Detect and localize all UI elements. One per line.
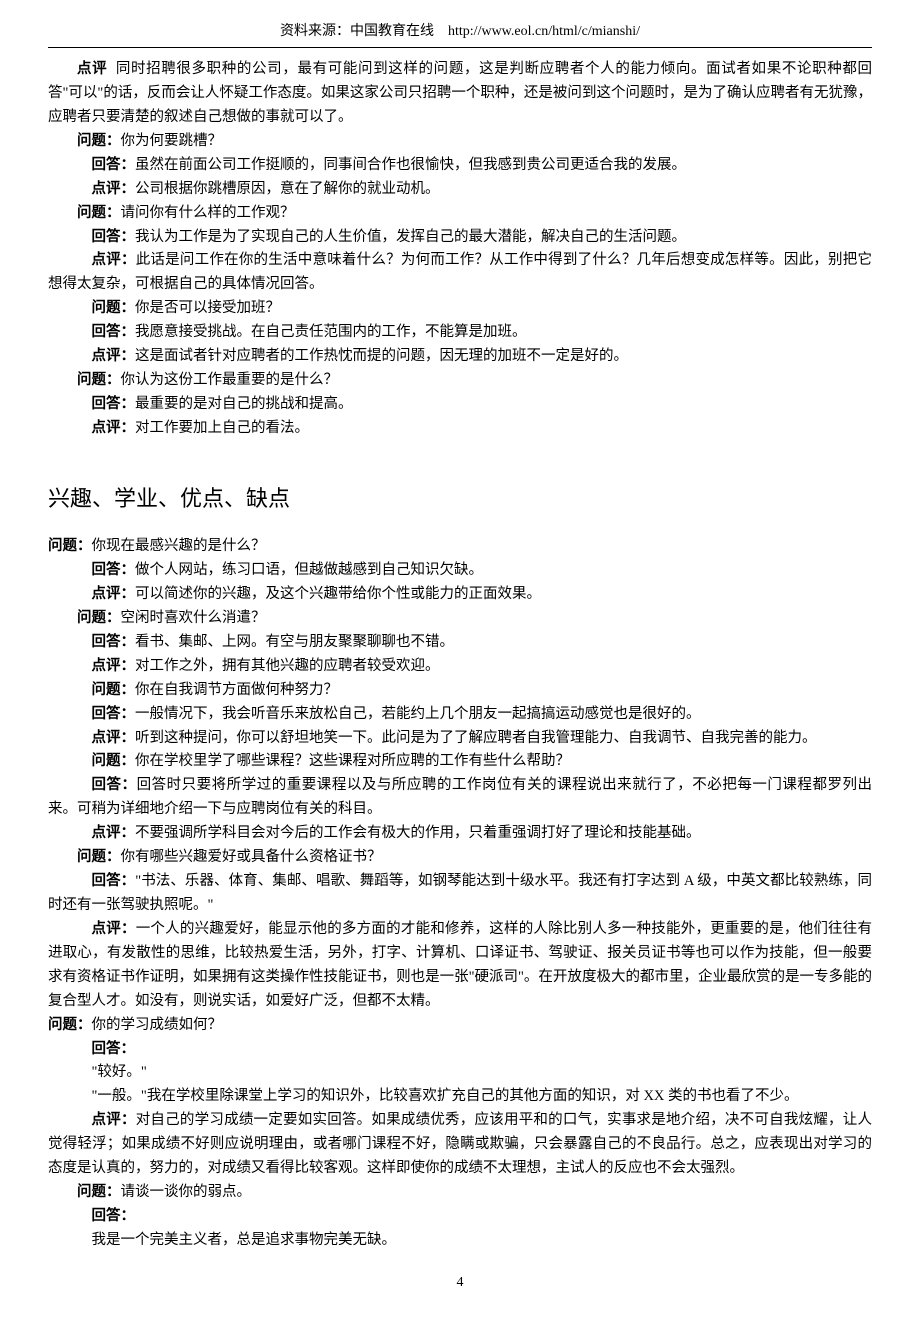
qa-comment: 点评：对工作要加上自己的看法。 <box>48 417 872 441</box>
qa-answer: 回答："书法、乐器、体育、集邮、唱歌、舞蹈等，如钢琴能达到十级水平。我还有打字达… <box>48 870 872 918</box>
qa-answer-line: "较好。" <box>48 1061 872 1085</box>
qa-answer-label: 回答： <box>48 1205 872 1229</box>
qa-answer-label: 回答： <box>48 1038 872 1062</box>
qa-answer: 回答：我认为工作是为了实现自己的人生价值，发挥自己的最大潜能，解决自己的生活问题… <box>48 226 872 250</box>
qa-answer: 我是一个完美主义者，总是追求事物完美无缺。 <box>48 1229 872 1253</box>
top-comment: 点评 同时招聘很多职种的公司，最有可能问到这样的问题，这是判断应聘者个人的能力倾… <box>48 58 872 130</box>
top-comment-text: 同时招聘很多职种的公司，最有可能问到这样的问题，这是判断应聘者个人的能力倾向。面… <box>48 61 872 125</box>
qa-answer: 回答：做个人网站，练习口语，但越做越感到自己知识欠缺。 <box>48 559 872 583</box>
qa-answer: 回答：我愿意接受挑战。在自己责任范围内的工作，不能算是加班。 <box>48 321 872 345</box>
qa-question: 问题：请问你有什么样的工作观？ <box>48 202 872 226</box>
qa-question: 问题：你是否可以接受加班？ <box>48 297 872 321</box>
section-title: 兴趣、学业、优点、缺点 <box>48 481 872 517</box>
label-comment: 点评 <box>77 61 107 77</box>
header-url: http://www.eol.cn/html/c/mianshi/ <box>448 24 640 39</box>
qa-question: 问题：你为何要跳槽？ <box>48 130 872 154</box>
qa-comment: 点评：此话是问工作在你的生活中意味着什么？为何而工作？从工作中得到了什么？几年后… <box>48 249 872 297</box>
qa-question: 问题：你认为这份工作最重要的是什么？ <box>48 369 872 393</box>
qa-answer: 回答：看书、集邮、上网。有空与朋友聚聚聊聊也不错。 <box>48 631 872 655</box>
qa-comment: 点评：一个人的兴趣爱好，能显示他的多方面的才能和修养，这样的人除比别人多一种技能… <box>48 918 872 1014</box>
qa-question: 问题：你有哪些兴趣爱好或具备什么资格证书？ <box>48 846 872 870</box>
page-number: 4 <box>48 1271 872 1294</box>
qa-question: 问题：你的学习成绩如何？ <box>48 1014 872 1038</box>
qa-comment: 点评：听到这种提问，你可以舒坦地笑一下。此问是为了了解应聘者自我管理能力、自我调… <box>48 727 872 751</box>
qa-answer: 回答：一般情况下，我会听音乐来放松自己，若能约上几个朋友一起搞搞运动感觉也是很好… <box>48 703 872 727</box>
header-divider <box>48 47 872 48</box>
qa-answer: 回答：虽然在前面公司工作挺顺的，同事间合作也很愉快，但我感到贵公司更适合我的发展… <box>48 154 872 178</box>
qa-question: 问题：空闲时喜欢什么消遣？ <box>48 607 872 631</box>
header-source: 资料来源：中国教育在线 http://www.eol.cn/html/c/mia… <box>48 20 872 43</box>
qa-question: 问题：请谈一谈你的弱点。 <box>48 1181 872 1205</box>
qa-answer: 回答：回答时只要将所学过的重要课程以及与所应聘的工作岗位有关的课程说出来就行了，… <box>48 774 872 822</box>
qa-question: 问题：你在学校里学了哪些课程？这些课程对所应聘的工作有些什么帮助？ <box>48 750 872 774</box>
qa-question: 问题：你在自我调节方面做何种努力？ <box>48 679 872 703</box>
qa-comment: 点评：对自己的学习成绩一定要如实回答。如果成绩优秀，应该用平和的口气，实事求是地… <box>48 1109 872 1181</box>
document-page: 资料来源：中国教育在线 http://www.eol.cn/html/c/mia… <box>0 0 920 1324</box>
qa-answer-line: "一般。"我在学校里除课堂上学习的知识外，比较喜欢扩充自己的其他方面的知识，对 … <box>48 1085 872 1109</box>
qa-comment: 点评：这是面试者针对应聘者的工作热忱而提的问题，因无理的加班不一定是好的。 <box>48 345 872 369</box>
qa-answer: 回答：最重要的是对自己的挑战和提高。 <box>48 393 872 417</box>
header-source-label: 资料来源：中国教育在线 <box>280 24 434 39</box>
qa-comment: 点评：不要强调所学科目会对今后的工作会有极大的作用，只着重强调打好了理论和技能基… <box>48 822 872 846</box>
qa-comment: 点评：可以简述你的兴趣，及这个兴趣带给你个性或能力的正面效果。 <box>48 583 872 607</box>
qa-comment: 点评：公司根据你跳槽原因，意在了解你的就业动机。 <box>48 178 872 202</box>
qa-question: 问题：你现在最感兴趣的是什么？ <box>48 535 872 559</box>
qa-comment: 点评：对工作之外，拥有其他兴趣的应聘者较受欢迎。 <box>48 655 872 679</box>
